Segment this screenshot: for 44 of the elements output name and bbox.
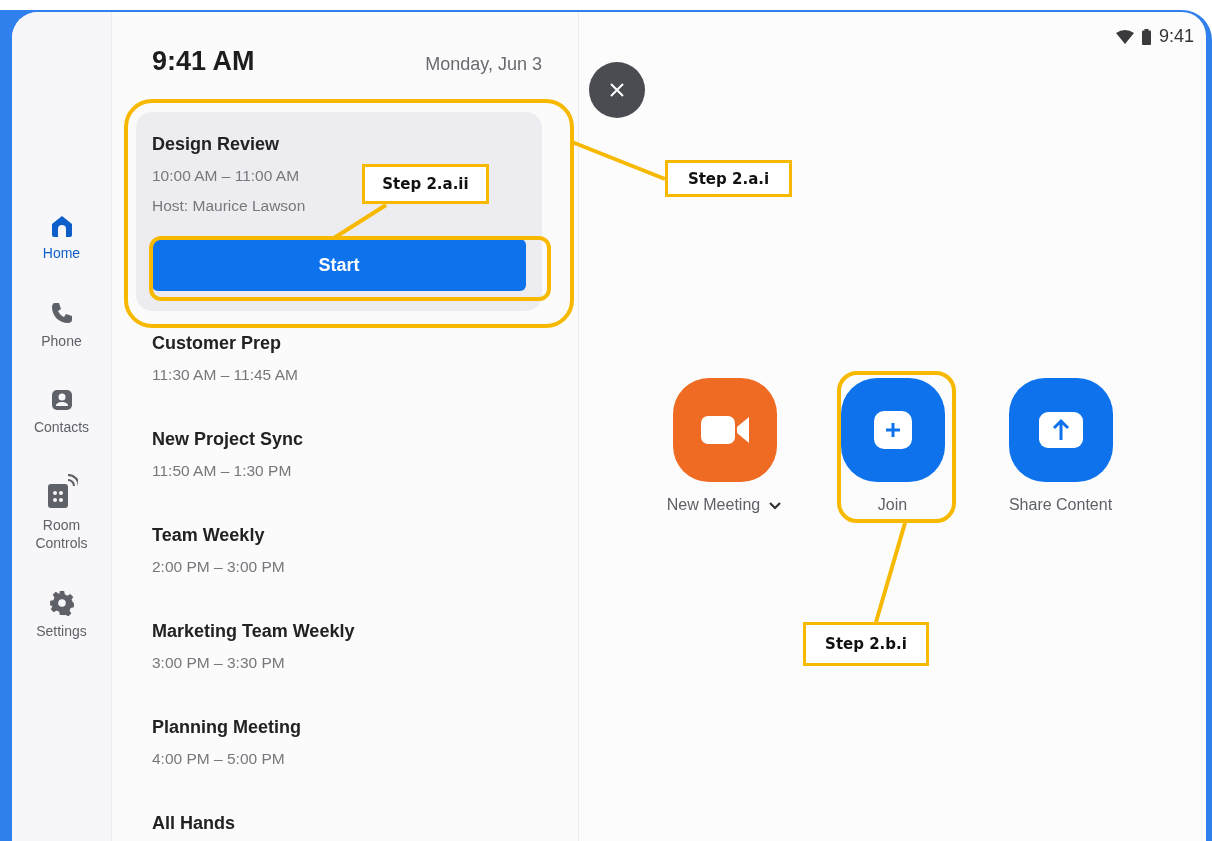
clock-time: 9:41 AM [152, 46, 255, 77]
chevron-down-icon[interactable] [768, 500, 783, 510]
contacts-icon [49, 388, 74, 412]
step-callout: Step 2.b.i [803, 622, 929, 666]
sidebar-item[interactable]: Contacts [21, 388, 102, 436]
meeting-title[interactable]: All Hands [152, 813, 235, 834]
sidebar-item[interactable]: Home [21, 214, 102, 262]
phone-icon [49, 300, 74, 326]
action-label: New Meeting [666, 496, 761, 514]
meeting-time: 4:00 PM – 5:00 PM [152, 750, 285, 768]
meeting-title[interactable]: Customer Prep [152, 333, 282, 354]
action-label: Join [877, 496, 908, 514]
step-callout: Step 2.a.i [665, 160, 792, 197]
settings-icon [48, 590, 75, 616]
room-controls-icon [45, 474, 78, 510]
video-camera-icon [700, 414, 749, 446]
share-button[interactable] [1008, 378, 1113, 482]
meeting-time: 2:00 PM – 3:00 PM [152, 558, 285, 576]
meeting-time: 11:30 AM – 11:45 AM [152, 366, 298, 384]
sidebar-item[interactable]: Room Controls [21, 474, 102, 552]
meeting-time: 11:50 AM – 1:30 PM [152, 462, 292, 480]
sidebar-item[interactable]: Settings [21, 590, 102, 640]
battery-icon [1141, 28, 1151, 45]
step-callout: Step 2.a.ii [362, 164, 489, 204]
date-label: Monday, Jun 3 [425, 54, 542, 75]
close-icon [609, 82, 625, 98]
start-button[interactable]: Start [152, 239, 526, 291]
new-meeting-button[interactable] [672, 378, 777, 482]
meeting-title[interactable]: Team Weekly [152, 525, 265, 546]
meeting-title[interactable]: Planning Meeting [152, 717, 301, 738]
meeting-title: Design Review [152, 134, 280, 155]
action-label: Share Content [1008, 496, 1113, 514]
sidebar-item[interactable]: Phone [21, 300, 102, 350]
meeting-time: 10:00 AM – 11:00 AM [152, 167, 300, 185]
meeting-title[interactable]: Marketing Team Weekly [152, 621, 355, 642]
status-time: 9:41 [1158, 26, 1194, 47]
wifi-icon [1115, 29, 1134, 44]
meeting-host: Host: Maurice Lawson [152, 197, 306, 215]
close-button[interactable] [589, 62, 645, 118]
join-button[interactable] [840, 378, 945, 482]
home-icon [49, 214, 74, 238]
plus-icon [873, 411, 912, 449]
meeting-title[interactable]: New Project Sync [152, 429, 304, 450]
meeting-time: 3:00 PM – 3:30 PM [152, 654, 285, 672]
